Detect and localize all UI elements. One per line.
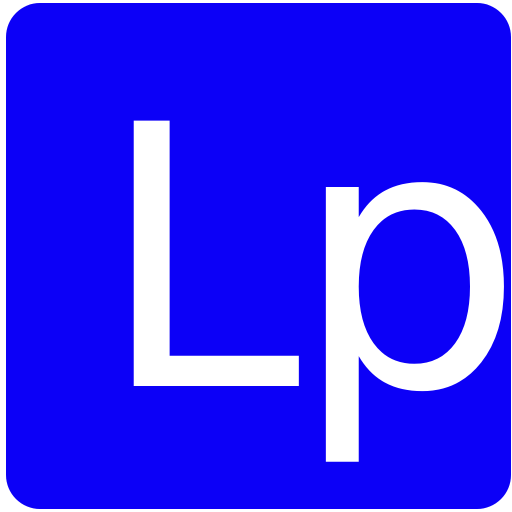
app-icon-label: Lp <box>98 48 511 472</box>
app-icon[interactable]: Lp <box>6 3 511 509</box>
app-icon-glyph: Lp <box>98 48 511 472</box>
